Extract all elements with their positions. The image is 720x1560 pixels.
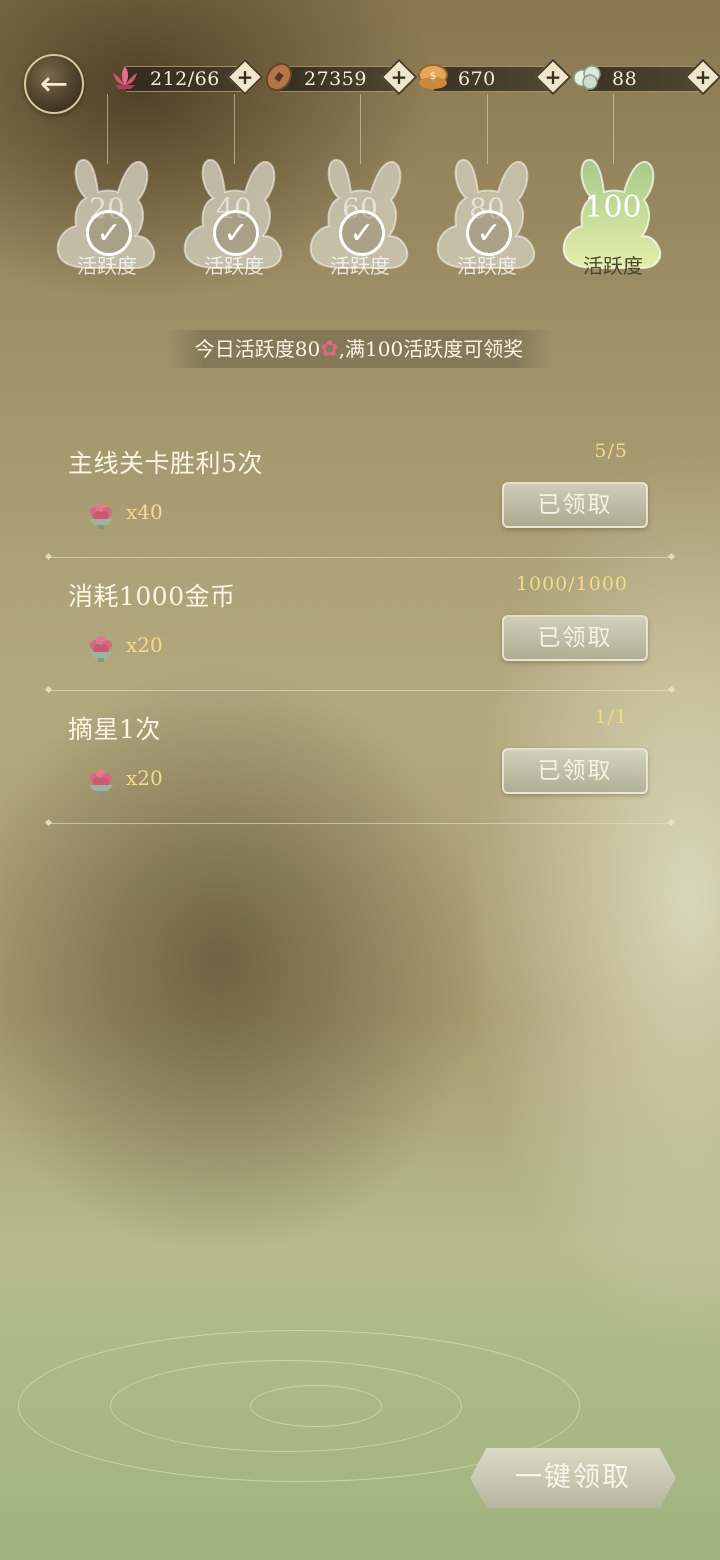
task-progress: 1000/1000 [515,573,628,595]
summary-suffix: ,满100活跃度可领奖 [338,337,524,361]
milestone-80[interactable]: 80 ✓ 活跃度 [432,152,542,292]
gold-ingot-icon: $ [416,60,450,94]
jade-orb-icon [570,60,604,94]
task-row: 消耗1000金币 x20 1000/1000 已领取 [48,557,672,691]
back-button[interactable]: ← [24,54,84,114]
claimed-button[interactable]: 已领取 [502,748,648,794]
milestone-label: 活跃度 [77,254,137,278]
fruit-bowl-icon: ✿ [320,337,339,362]
svg-text:$: $ [430,71,436,82]
claimed-button[interactable]: 已领取 [502,615,648,661]
reward-quantity: x20 [126,633,163,657]
reward-quantity: x40 [126,500,163,524]
activity-summary: 今日活跃度80✿,满100活跃度可领奖 [165,330,553,368]
reward-quantity: x20 [126,766,163,790]
task-row: 摘星1次 x20 1/1 已领取 [48,690,672,824]
claim-all-label: 一键领取 [515,1462,631,1493]
milestone-label: 活跃度 [457,254,517,278]
plus-icon: + [694,65,712,89]
task-progress: 5/5 [594,440,628,462]
resource-copper: 27359 + [262,58,418,96]
plus-icon: + [544,65,562,89]
task-row: 主线关卡胜利5次 x40 5/5 已领取 [48,424,672,558]
milestone-20[interactable]: 20 ✓ 活跃度 [52,152,162,292]
back-arrow-icon: ← [39,64,69,104]
claim-all-button[interactable]: 一键领取 [470,1448,676,1508]
milestone-label: 活跃度 [330,254,390,278]
task-progress: 1/1 [594,706,628,728]
jade-value: 88 [612,68,638,90]
milestone-40[interactable]: 40 ✓ 活跃度 [179,152,289,292]
milestone-points: 100 [584,190,642,225]
milestone-60[interactable]: 60 ✓ 活跃度 [305,152,415,292]
task-name: 摘星1次 [68,715,161,744]
plus-icon: + [236,65,254,89]
claimed-button[interactable]: 已领取 [502,482,648,528]
resource-gold: $ 670 + [416,58,572,96]
plus-icon: + [390,65,408,89]
summary-prefix: 今日活跃度80 [194,337,321,361]
fruit-bowl-icon [84,498,118,532]
gold-value: 670 [458,68,496,90]
lotus-icon [108,60,142,94]
milestone-100[interactable]: 100 活跃度 [558,152,668,292]
copper-coin-icon [262,60,296,94]
water-ripple [250,1385,382,1427]
resource-jade: 88 + [570,58,720,96]
milestone-label: 活跃度 [204,254,264,278]
task-name: 主线关卡胜利5次 [68,449,263,478]
fruit-bowl-icon [84,764,118,798]
lotus-value: 212/66 [150,68,220,90]
copper-value: 27359 [304,68,367,90]
resource-lotus: 212/66 + [108,58,264,96]
fruit-bowl-icon [84,631,118,665]
divider [48,823,672,824]
task-name: 消耗1000金币 [68,582,236,611]
milestone-label: 活跃度 [583,254,643,278]
